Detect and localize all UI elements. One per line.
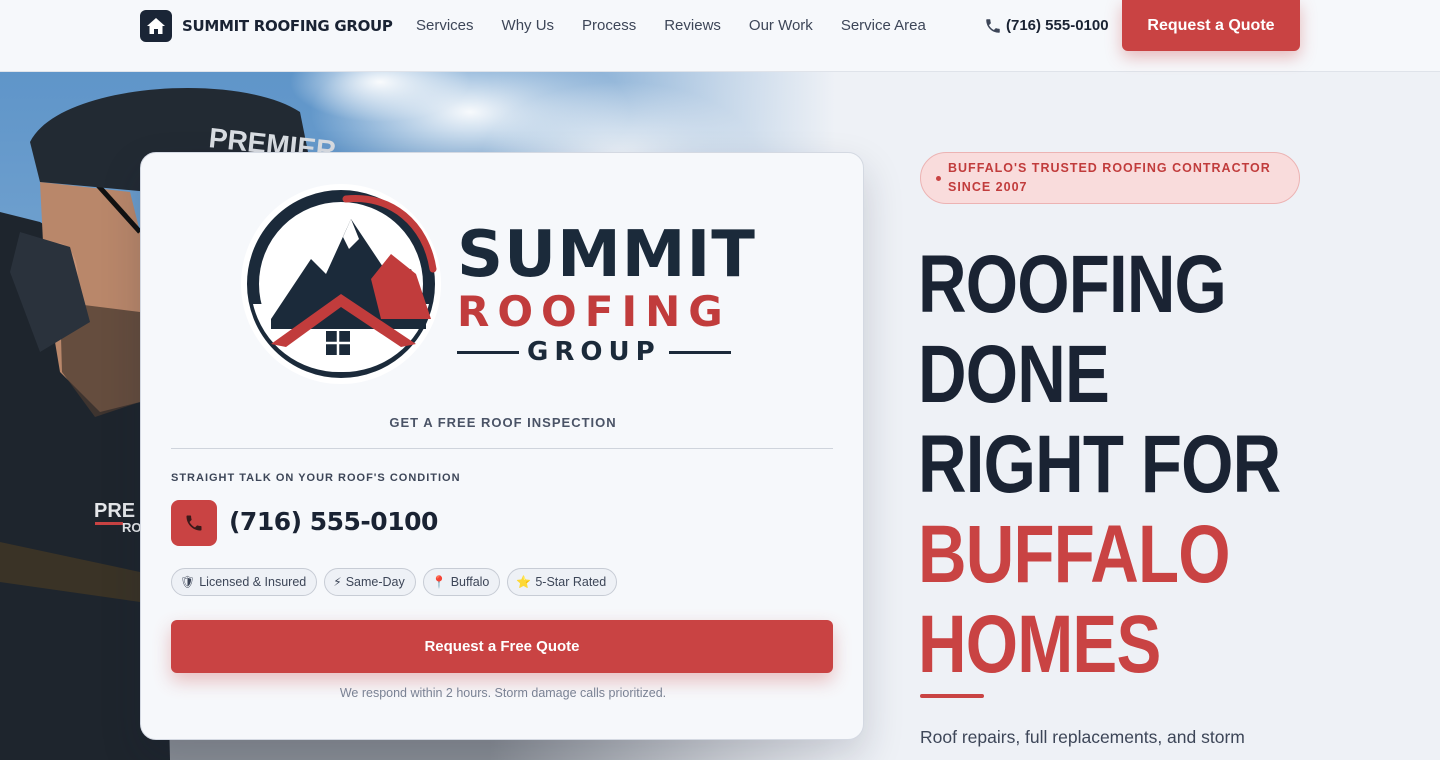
pill-line-1: BUFFALO'S TRUSTED ROOFING CONTRACTOR [948,161,1271,175]
shirt-logo-text: PRE [94,500,135,522]
phone-icon [986,19,1000,33]
lightning-icon: ⚡ [333,575,342,589]
response-time-note: We respond within 2 hours. Storm damage … [339,686,667,700]
nav-reviews[interactable]: Reviews [664,16,721,36]
pill-dot [936,176,941,181]
logo-wordmark: SUMMIT ROOFING GROUP [457,223,756,367]
main-nav: Services Why Us Process Reviews Our Work… [402,16,940,36]
logo-word-group: GROUP [527,337,661,367]
mountain-house-emblem-icon [241,184,441,384]
straight-talk-label: STRAIGHT TALK ON YOUR ROOF'S CONDITION [171,472,461,484]
nav-service-area[interactable]: Service Area [841,16,926,36]
brand-logo-link[interactable]: SUMMIT ROOFING GROUP [140,10,393,42]
inspection-card: SUMMIT ROOFING GROUP GET A FREE ROOF INS… [140,152,864,740]
headline-line-2: DONE [918,329,1110,420]
shirt-logo-text-2: RO [122,520,142,535]
badge-label: 5-Star Rated [535,575,607,589]
nav-our-work[interactable]: Our Work [749,16,813,36]
badge-five-star: ⭐ 5-Star Rated [507,568,618,596]
shield-icon: 🛡 [180,575,196,589]
badge-buffalo: 📍 Buffalo [422,568,501,596]
header-phone-link[interactable]: (716) 555-0100 [984,16,1109,36]
free-inspection-label: GET A FREE ROOF INSPECTION [389,415,617,430]
headline-line-5: HOMES [918,599,1161,690]
phone-icon [186,515,202,531]
badge-label: Licensed & Insured [199,575,307,589]
phone-icon-button[interactable] [171,500,217,546]
site-header: SUMMIT ROOFING GROUP Services Why Us Pro… [0,0,1440,72]
request-quote-button[interactable]: Request a Quote [1122,0,1300,51]
logo-group-row: GROUP [457,337,756,367]
nav-process[interactable]: Process [582,16,636,36]
logo-word-roofing: ROOFING [457,287,731,336]
badge-label: Buffalo [450,575,490,589]
card-phone-number[interactable]: (716) 555-0100 [229,507,438,536]
pill-line-2: SINCE 2007 [948,180,1028,194]
summit-roofing-logo: SUMMIT ROOFING GROUP [241,179,761,399]
hero-subheading: Roof repairs, full replacements, and sto… [920,727,1245,747]
headline-line-1: ROOFING [918,239,1227,330]
pin-icon: 📍 [431,575,447,589]
star-icon: ⭐ [516,575,532,589]
hero-headline: ROOFING DONE RIGHT FOR BUFFALO HOMES [918,239,1281,690]
headline-line-4: BUFFALO [918,509,1231,600]
card-divider [171,448,833,449]
logo-word-summit: SUMMIT [457,218,756,292]
nav-why-us[interactable]: Why Us [502,16,555,36]
logo-rule-left [457,350,519,354]
header-phone-number: (716) 555-0100 [1006,17,1109,34]
badge-same-day: ⚡ Same-Day [324,568,416,596]
badge-licensed: 🛡 Licensed & Insured [171,568,318,596]
nav-services[interactable]: Services [416,16,474,36]
trusted-contractor-pill: BUFFALO'S TRUSTED ROOFING CONTRACTOR SIN… [920,152,1300,204]
headline-line-3: RIGHT FOR [918,419,1281,510]
trust-badges: 🛡 Licensed & Insured ⚡ Same-Day 📍 Buffal… [171,568,624,596]
headline-accent-bar [920,694,984,698]
request-free-quote-button[interactable]: Request a Free Quote [171,620,833,673]
badge-label: Same-Day [345,575,405,589]
home-icon [140,10,172,42]
brand-name: SUMMIT ROOFING GROUP [182,17,393,35]
logo-rule-right [668,350,731,354]
